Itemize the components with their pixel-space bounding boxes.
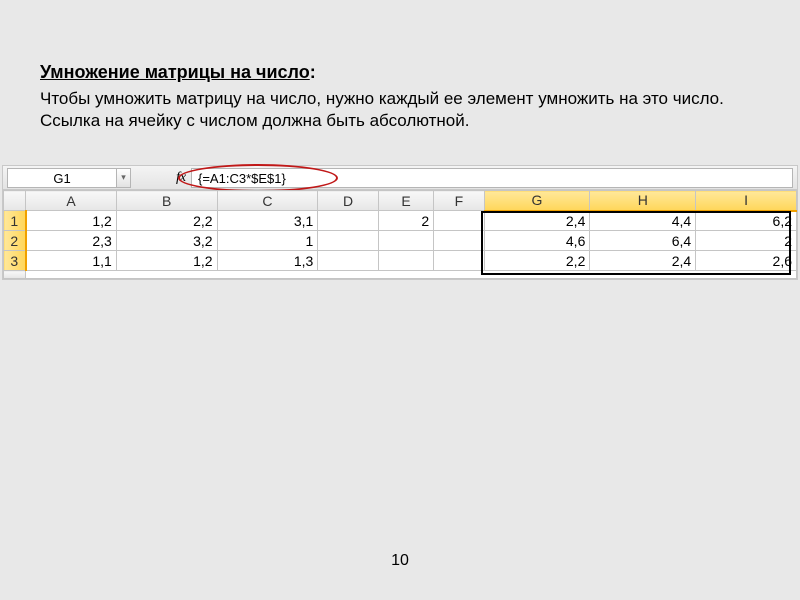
heading-text: Умножение матрицы на число	[40, 62, 310, 82]
page-number: 10	[0, 552, 800, 570]
select-all-corner[interactable]	[4, 191, 26, 211]
cell-H1[interactable]: 4,4	[590, 211, 696, 231]
col-header-D[interactable]: D	[318, 191, 378, 211]
formula-bar: G1 ▾ fx {=A1:C3*$E$1}	[3, 166, 797, 190]
cell-G3[interactable]: 2,2	[484, 251, 590, 271]
fx-icon[interactable]: fx	[171, 168, 191, 188]
cell-G2[interactable]: 4,6	[484, 231, 590, 251]
cell-C3[interactable]: 1,3	[217, 251, 318, 271]
cell-F1[interactable]	[434, 211, 484, 231]
row-header-2[interactable]: 2	[4, 231, 26, 251]
name-box-dropdown[interactable]: ▾	[117, 168, 131, 188]
cell-A1[interactable]: 1,2	[26, 211, 117, 231]
col-header-C[interactable]: C	[217, 191, 318, 211]
cell-E3[interactable]	[378, 251, 433, 271]
cell-F3[interactable]	[434, 251, 484, 271]
col-header-I[interactable]: I	[696, 191, 797, 211]
formula-input[interactable]: {=A1:C3*$E$1}	[191, 168, 793, 188]
cell-C1[interactable]: 3,1	[217, 211, 318, 231]
name-box[interactable]: G1	[7, 168, 117, 188]
cell-E1[interactable]: 2	[378, 211, 433, 231]
cell-I3[interactable]: 2,6	[696, 251, 797, 271]
table-row: 1 1,2 2,2 3,1 2 2,4 4,4 6,2	[4, 211, 797, 231]
col-header-E[interactable]: E	[378, 191, 433, 211]
col-header-B[interactable]: B	[116, 191, 217, 211]
slide-description: Чтобы умножить матрицу на число, нужно к…	[40, 88, 760, 132]
cell-G1[interactable]: 2,4	[484, 211, 590, 231]
col-header-F[interactable]: F	[434, 191, 484, 211]
cell-D3[interactable]	[318, 251, 378, 271]
heading-colon: :	[310, 62, 316, 82]
excel-screenshot: G1 ▾ fx {=A1:C3*$E$1}	[2, 165, 798, 280]
table-row: 3 1,1 1,2 1,3 2,2 2,4 2,6	[4, 251, 797, 271]
cell-B2[interactable]: 3,2	[116, 231, 217, 251]
formula-text: {=A1:C3*$E$1}	[198, 171, 286, 186]
cell-B1[interactable]: 2,2	[116, 211, 217, 231]
cell-D2[interactable]	[318, 231, 378, 251]
table-row	[4, 271, 797, 279]
cell-I1[interactable]: 6,2	[696, 211, 797, 231]
col-header-H[interactable]: H	[590, 191, 696, 211]
cell-A3[interactable]: 1,1	[26, 251, 117, 271]
cell-B3[interactable]: 1,2	[116, 251, 217, 271]
cell-H3[interactable]: 2,4	[590, 251, 696, 271]
cell-A2[interactable]: 2,3	[26, 231, 117, 251]
slide-heading: Умножение матрицы на число:	[40, 62, 760, 83]
row-header-1[interactable]: 1	[4, 211, 26, 231]
cell-E2[interactable]	[378, 231, 433, 251]
row-header-3[interactable]: 3	[4, 251, 26, 271]
col-header-A[interactable]: A	[26, 191, 117, 211]
row-header-4[interactable]	[4, 271, 26, 279]
cell-D1[interactable]	[318, 211, 378, 231]
cell-empty-row[interactable]	[26, 271, 797, 279]
table-row: 2 2,3 3,2 1 4,6 6,4 2	[4, 231, 797, 251]
cell-I2[interactable]: 2	[696, 231, 797, 251]
spreadsheet-grid: A B C D E F G H I 1 1,2 2,2 3,1 2 2,4 4,…	[3, 190, 797, 279]
cell-C2[interactable]: 1	[217, 231, 318, 251]
cell-F2[interactable]	[434, 231, 484, 251]
col-header-G[interactable]: G	[484, 191, 590, 211]
column-header-row: A B C D E F G H I	[4, 191, 797, 211]
cell-H2[interactable]: 6,4	[590, 231, 696, 251]
